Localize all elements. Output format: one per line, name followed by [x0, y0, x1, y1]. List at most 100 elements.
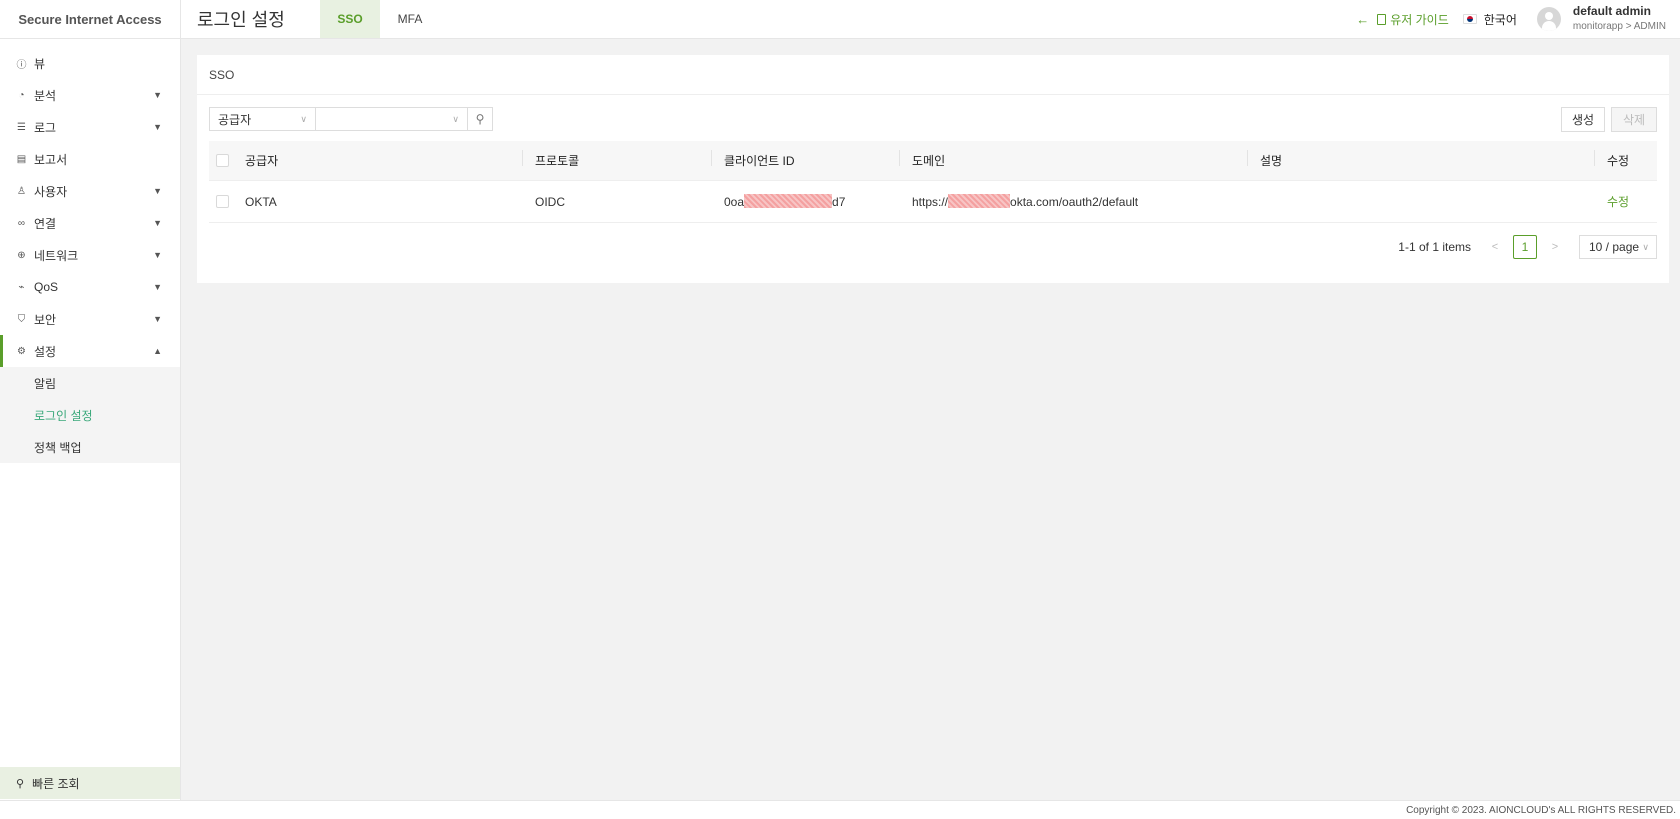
report-icon: ▤ [16, 153, 27, 165]
create-button[interactable]: 생성 [1561, 106, 1605, 132]
user-guide-link[interactable]: ← 유저 가이드 [1356, 11, 1449, 28]
cell-domain: https://okta.com/oauth2/default [912, 194, 1139, 209]
column-header-edit[interactable]: 수정 [1594, 150, 1655, 169]
sso-card: SSO 공급자 ∨ ∨ ⚲ 생성 삭제 공급자 프로토콜 클라이언트 ID 도메… [197, 55, 1669, 283]
filter-field-select[interactable]: 공급자 ∨ [209, 107, 316, 131]
table-row[interactable]: OKTA OIDC 0oa d7 https://okta.com/oauth2/… [209, 181, 1657, 223]
pagination: 1-1 of 1 items < 1 > 10 / page ∨ [1398, 235, 1657, 259]
sidebar-item-analysis[interactable]: ◔ 분석 ▼ [0, 79, 180, 111]
chart-icon: ◔ [18, 89, 25, 101]
submenu-item-alerts[interactable]: 알림 [0, 367, 180, 399]
gear-icon: ⚙ [17, 345, 26, 357]
column-header-protocol[interactable]: 프로토콜 [522, 150, 724, 169]
search-button[interactable]: ⚲ [468, 107, 493, 131]
sidebar-item-security[interactable]: ⛉ 보안 ▼ [0, 303, 180, 335]
table-header: 공급자 프로토콜 클라이언트 ID 도메인 설명 수정 [209, 141, 1657, 181]
sidebar: ⓘ 뷰 ◔ 분석 ▼ ☰ 로그 ▼ ▤ 보고서 ♙ 사용자 ▼ ∞ 연결 ▼ ⊕… [0, 39, 181, 800]
document-icon [1377, 13, 1387, 25]
sidebar-item-view[interactable]: ⓘ 뷰 [0, 47, 180, 79]
tab-mfa[interactable]: MFA [380, 0, 440, 38]
sidebar-item-label: 로그 [34, 120, 57, 135]
chevron-up-icon: ▲ [153, 346, 162, 356]
chevron-down-icon: ▼ [153, 314, 162, 324]
delete-button[interactable]: 삭제 [1611, 106, 1657, 132]
korea-flag-icon [1462, 14, 1477, 24]
chevron-down-icon: ▼ [153, 90, 162, 100]
sidebar-item-qos[interactable]: ⌁ QoS ▼ [0, 271, 180, 303]
cell-provider: OKTA [245, 194, 277, 209]
tab-sso[interactable]: SSO [320, 0, 380, 38]
user-icon: ♙ [17, 185, 26, 197]
chevron-down-icon: ▼ [153, 186, 162, 196]
sidebar-item-label: 보고서 [34, 152, 68, 167]
language-label: 한국어 [1483, 12, 1517, 27]
submenu-item-policy-backup[interactable]: 정책 백업 [0, 431, 180, 463]
settings-submenu: 알림 로그인 설정 정책 백업 [0, 367, 180, 463]
chevron-down-icon: ▼ [153, 250, 162, 260]
sso-table: 공급자 프로토콜 클라이언트 ID 도메인 설명 수정 OKTA OIDC 0o… [209, 141, 1657, 223]
sidebar-item-label: 설정 [34, 344, 57, 359]
globe-icon: ⊕ [17, 249, 26, 261]
shield-icon: ⛉ [17, 313, 26, 325]
chevron-down-icon: ∨ [452, 113, 459, 124]
quick-search-label: 빠른 조회 [32, 776, 80, 791]
search-icon: ⚲ [16, 777, 25, 790]
user-role: monitorapp > ADMIN [1572, 21, 1666, 32]
user-guide-label: 유저 가이드 [1390, 12, 1449, 27]
sidebar-item-label: 분석 [34, 88, 57, 103]
redaction-mark [744, 194, 833, 209]
avatar[interactable] [1536, 7, 1561, 31]
pagination-summary: 1-1 of 1 items [1398, 240, 1471, 254]
column-header-description[interactable]: 설명 [1247, 150, 1607, 169]
chevron-down-icon: ∨ [1642, 241, 1649, 252]
sidebar-item-report[interactable]: ▤ 보고서 [0, 143, 180, 175]
redaction-mark [948, 194, 1011, 209]
list-icon: ☰ [17, 121, 26, 133]
column-header-client-id[interactable]: 클라이언트 ID [711, 150, 912, 169]
sidebar-item-user[interactable]: ♙ 사용자 ▼ [0, 175, 180, 207]
sidebar-item-label: 연결 [34, 216, 57, 231]
page-number-button[interactable]: 1 [1513, 235, 1537, 259]
sidebar-item-label: 뷰 [34, 56, 46, 71]
column-header-domain[interactable]: 도메인 [899, 150, 1260, 169]
search-icon: ⚲ [475, 112, 485, 126]
chevron-down-icon: ∨ [300, 113, 307, 124]
filter-value-select[interactable]: ∨ [316, 107, 468, 131]
footer: Copyright © 2023. AIONCLOUD's ALL RIGHTS… [0, 800, 1680, 819]
next-page-icon[interactable]: > [1543, 241, 1567, 253]
user-name: default admin [1572, 4, 1651, 18]
sidebar-item-label: 보안 [34, 312, 57, 327]
qos-icon: ⌁ [18, 281, 25, 293]
prev-page-icon[interactable]: < [1483, 241, 1507, 253]
info-icon: ⓘ [16, 59, 27, 71]
brand-logo[interactable]: Secure Internet Access [0, 0, 181, 38]
link-icon: ∞ [17, 217, 26, 229]
page-size-value: 10 / page [1589, 240, 1640, 254]
filter-toolbar: 공급자 ∨ ∨ ⚲ 생성 삭제 [209, 106, 1657, 132]
sidebar-item-label: 네트워크 [34, 248, 79, 263]
page-size-select[interactable]: 10 / page ∨ [1579, 235, 1657, 259]
sidebar-item-settings[interactable]: ⚙ 설정 ▲ [0, 335, 180, 367]
edit-link[interactable]: 수정 [1607, 193, 1655, 210]
sidebar-item-label: QoS [34, 280, 59, 294]
top-bar: Secure Internet Access 로그인 설정 SSO MFA ← … [0, 0, 1680, 39]
chevron-down-icon: ▼ [153, 122, 162, 132]
cell-client-id: 0oa d7 [724, 194, 846, 209]
submenu-item-login-settings[interactable]: 로그인 설정 [0, 399, 180, 431]
select-all-checkbox[interactable] [216, 154, 229, 167]
arrow-left-icon: ← [1356, 11, 1370, 27]
page-title: 로그인 설정 [197, 10, 285, 30]
language-selector[interactable]: 한국어 [1462, 11, 1517, 28]
sidebar-item-label: 사용자 [34, 184, 68, 199]
user-info[interactable]: default admin monitorapp > ADMIN [1573, 4, 1666, 34]
header-actions: ← 유저 가이드 한국어 default admin monitorapp > … [1356, 0, 1680, 38]
row-checkbox[interactable] [216, 195, 229, 208]
tab-bar: SSO MFA [320, 0, 440, 38]
sidebar-item-log[interactable]: ☰ 로그 ▼ [0, 111, 180, 143]
sidebar-item-network[interactable]: ⊕ 네트워크 ▼ [0, 239, 180, 271]
column-header-provider[interactable]: 공급자 [245, 152, 535, 169]
quick-search-button[interactable]: ⚲ 빠른 조회 [0, 767, 180, 799]
filter-field-value: 공급자 [218, 112, 252, 127]
sidebar-item-connection[interactable]: ∞ 연결 ▼ [0, 207, 180, 239]
cell-protocol: OIDC [535, 194, 565, 209]
